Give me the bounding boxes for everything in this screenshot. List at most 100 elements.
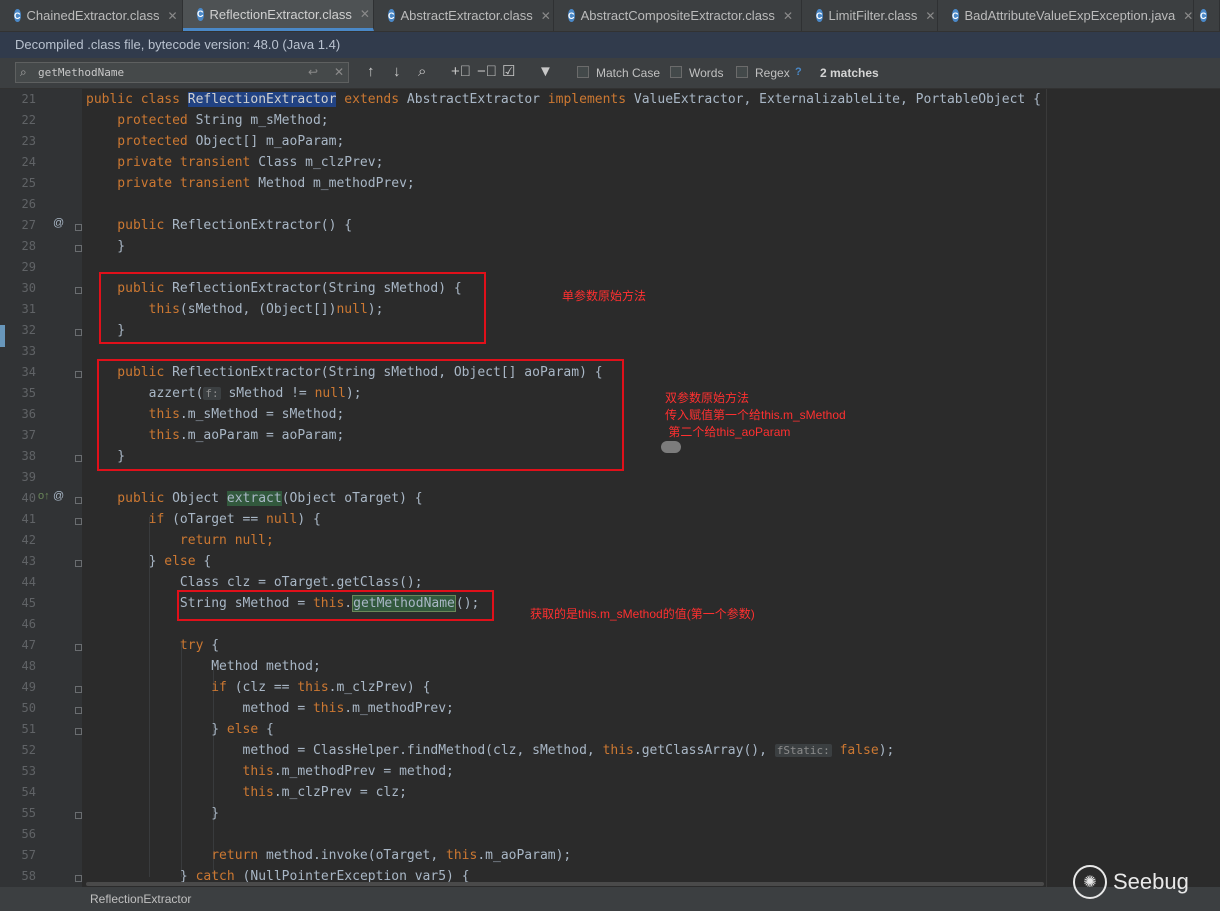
match-case-label[interactable]: Match Case xyxy=(596,66,660,80)
code-line-57[interactable]: return method.invoke(oTarget, this.m_aoP… xyxy=(86,845,571,866)
code-line-55[interactable]: } xyxy=(86,803,219,824)
code-line-54[interactable]: this.m_clzPrev = clz; xyxy=(86,782,407,803)
identifier: Class clz = oTarget.getClass(); xyxy=(86,575,423,590)
next-occurrence-icon[interactable]: ↓ xyxy=(393,63,401,81)
java-file-icon: C xyxy=(952,9,959,22)
fold-marker[interactable] xyxy=(75,686,82,693)
code-line-47[interactable]: try { xyxy=(86,635,219,656)
fold-marker[interactable] xyxy=(75,707,82,714)
code-line-49[interactable]: if (clz == this.m_clzPrev) { xyxy=(86,677,430,698)
editor-tab-bar: C ChainedExtractor.class ✕ C ReflectionE… xyxy=(0,0,1220,32)
identifier: .m_clzPrev = clz; xyxy=(273,785,407,800)
code-line-48[interactable]: Method method; xyxy=(86,656,321,677)
close-icon[interactable]: ✕ xyxy=(541,9,551,23)
line-number: 28 xyxy=(21,239,36,253)
code-line-51[interactable]: } else { xyxy=(86,719,274,740)
code-line-21[interactable]: public class ReflectionExtractor extends… xyxy=(86,89,1041,110)
code-line-43[interactable]: } else { xyxy=(86,551,212,572)
method-name-highlight: extract xyxy=(226,491,282,506)
tab-reflection-extractor[interactable]: C ReflectionExtractor.class ✕ xyxy=(183,0,374,31)
fold-marker[interactable] xyxy=(75,875,82,882)
words-label[interactable]: Words xyxy=(689,66,723,80)
line-number: 34 xyxy=(21,365,36,379)
tab-abstract-composite-extractor[interactable]: C AbstractCompositeExtractor.class ✕ xyxy=(554,0,802,31)
class-name-selected: ReflectionExtractor xyxy=(187,92,337,107)
code-line-27[interactable]: public ReflectionExtractor() { xyxy=(86,215,352,236)
code-line-23[interactable]: protected Object[] m_aoParam; xyxy=(86,131,344,152)
fold-marker[interactable] xyxy=(75,497,82,504)
code-line-22[interactable]: protected String m_sMethod; xyxy=(86,110,328,131)
fold-marker[interactable] xyxy=(75,245,82,252)
breadcrumb-item[interactable]: ReflectionExtractor xyxy=(90,887,191,911)
implements-method-icon[interactable]: o↑ xyxy=(38,490,50,502)
tab-limit-filter[interactable]: C LimitFilter.class ✕ xyxy=(802,0,938,31)
class-file-icon: C xyxy=(816,9,823,22)
code-line-40[interactable]: public Object extract(Object oTarget) { xyxy=(86,488,423,509)
class-file-icon: C xyxy=(568,9,575,22)
history-icon[interactable]: ↩ xyxy=(308,65,318,79)
identifier: .m_methodPrev; xyxy=(344,701,454,716)
match-case-checkbox[interactable] xyxy=(577,66,589,78)
line-gutter: 21 22 23 24 25 26 27 28 29 30 31 32 33 3… xyxy=(0,89,82,887)
code-line-42[interactable]: return null; xyxy=(86,530,274,551)
filter-icon[interactable]: ▼ xyxy=(538,63,553,81)
fold-marker[interactable] xyxy=(75,371,82,378)
line-number: 33 xyxy=(21,344,36,358)
fold-marker[interactable] xyxy=(75,728,82,735)
code-line-24[interactable]: private transient Class m_clzPrev; xyxy=(86,152,383,173)
breadcrumb-bar: ReflectionExtractor xyxy=(0,887,1220,911)
fold-marker[interactable] xyxy=(75,644,82,651)
code-line-52[interactable]: method = ClassHelper.findMethod(clz, sMe… xyxy=(86,740,895,761)
tab-bad-attribute-value-exp-exception[interactable]: C BadAttributeValueExpException.java ✕ xyxy=(938,0,1194,31)
code-line-28[interactable]: } xyxy=(86,236,125,257)
close-icon[interactable]: ✕ xyxy=(360,7,370,21)
close-icon[interactable]: ✕ xyxy=(1183,9,1193,23)
fold-marker[interactable] xyxy=(75,518,82,525)
code-line-50[interactable]: method = this.m_methodPrev; xyxy=(86,698,454,719)
keyword: this xyxy=(312,701,345,716)
override-at-icon[interactable]: @ xyxy=(53,490,64,502)
add-selection-icon[interactable]: +⃒ xyxy=(451,63,471,81)
search-input[interactable] xyxy=(38,64,308,81)
regex-help-link[interactable]: ? xyxy=(795,66,802,78)
search-icon[interactable]: ⌕ xyxy=(20,65,27,80)
line-number: 47 xyxy=(21,638,36,652)
annotation-single-param: 单参数原始方法 xyxy=(562,289,647,303)
override-at-icon[interactable]: @ xyxy=(53,217,64,229)
keyword: this xyxy=(297,680,329,695)
regex-checkbox[interactable] xyxy=(736,66,748,78)
code-editor[interactable]: 21 22 23 24 25 26 27 28 29 30 31 32 33 3… xyxy=(0,89,1220,887)
words-checkbox[interactable] xyxy=(670,66,682,78)
remove-selection-icon[interactable]: −⃒ xyxy=(477,63,497,81)
watermark-text: Seebug xyxy=(1113,869,1189,894)
tab-label: ChainedExtractor.class xyxy=(26,8,160,23)
close-icon[interactable]: ✕ xyxy=(925,9,935,23)
select-all-occurrences-icon[interactable]: ☑ xyxy=(502,63,515,81)
tab-chained-extractor[interactable]: C ChainedExtractor.class ✕ xyxy=(0,0,183,31)
code-line-41[interactable]: if (oTarget == null) { xyxy=(86,509,321,530)
horizontal-scrollbar[interactable] xyxy=(86,882,1044,886)
clear-icon[interactable]: ✕ xyxy=(334,65,344,79)
regex-label[interactable]: Regex xyxy=(755,66,790,80)
identifier: .m_methodPrev = method; xyxy=(273,764,454,779)
previous-occurrence-icon[interactable]: ↑ xyxy=(367,63,375,81)
keyword: public xyxy=(86,218,173,233)
code-line-25[interactable]: private transient Method m_methodPrev; xyxy=(86,173,414,194)
code-line-53[interactable]: this.m_methodPrev = method; xyxy=(86,761,454,782)
fold-marker[interactable] xyxy=(75,224,82,231)
line-number: 21 xyxy=(21,92,36,106)
line-number: 32 xyxy=(21,323,36,337)
identifier: { xyxy=(211,638,220,653)
find-all-icon[interactable]: ⌕ xyxy=(418,63,426,81)
fold-marker[interactable] xyxy=(75,329,82,336)
search-box[interactable]: ⌕ ↩ ✕ xyxy=(15,62,349,83)
close-icon[interactable]: ✕ xyxy=(167,9,177,23)
fold-marker[interactable] xyxy=(75,812,82,819)
close-icon[interactable]: ✕ xyxy=(783,9,793,23)
tab-abstract-extractor[interactable]: C AbstractExtractor.class ✕ xyxy=(374,0,554,31)
fold-marker[interactable] xyxy=(75,287,82,294)
tab-overflow[interactable]: C xyxy=(1194,0,1220,31)
fold-marker[interactable] xyxy=(75,455,82,462)
fold-marker[interactable] xyxy=(75,560,82,567)
identifier: (Object oTarget) { xyxy=(281,491,423,506)
